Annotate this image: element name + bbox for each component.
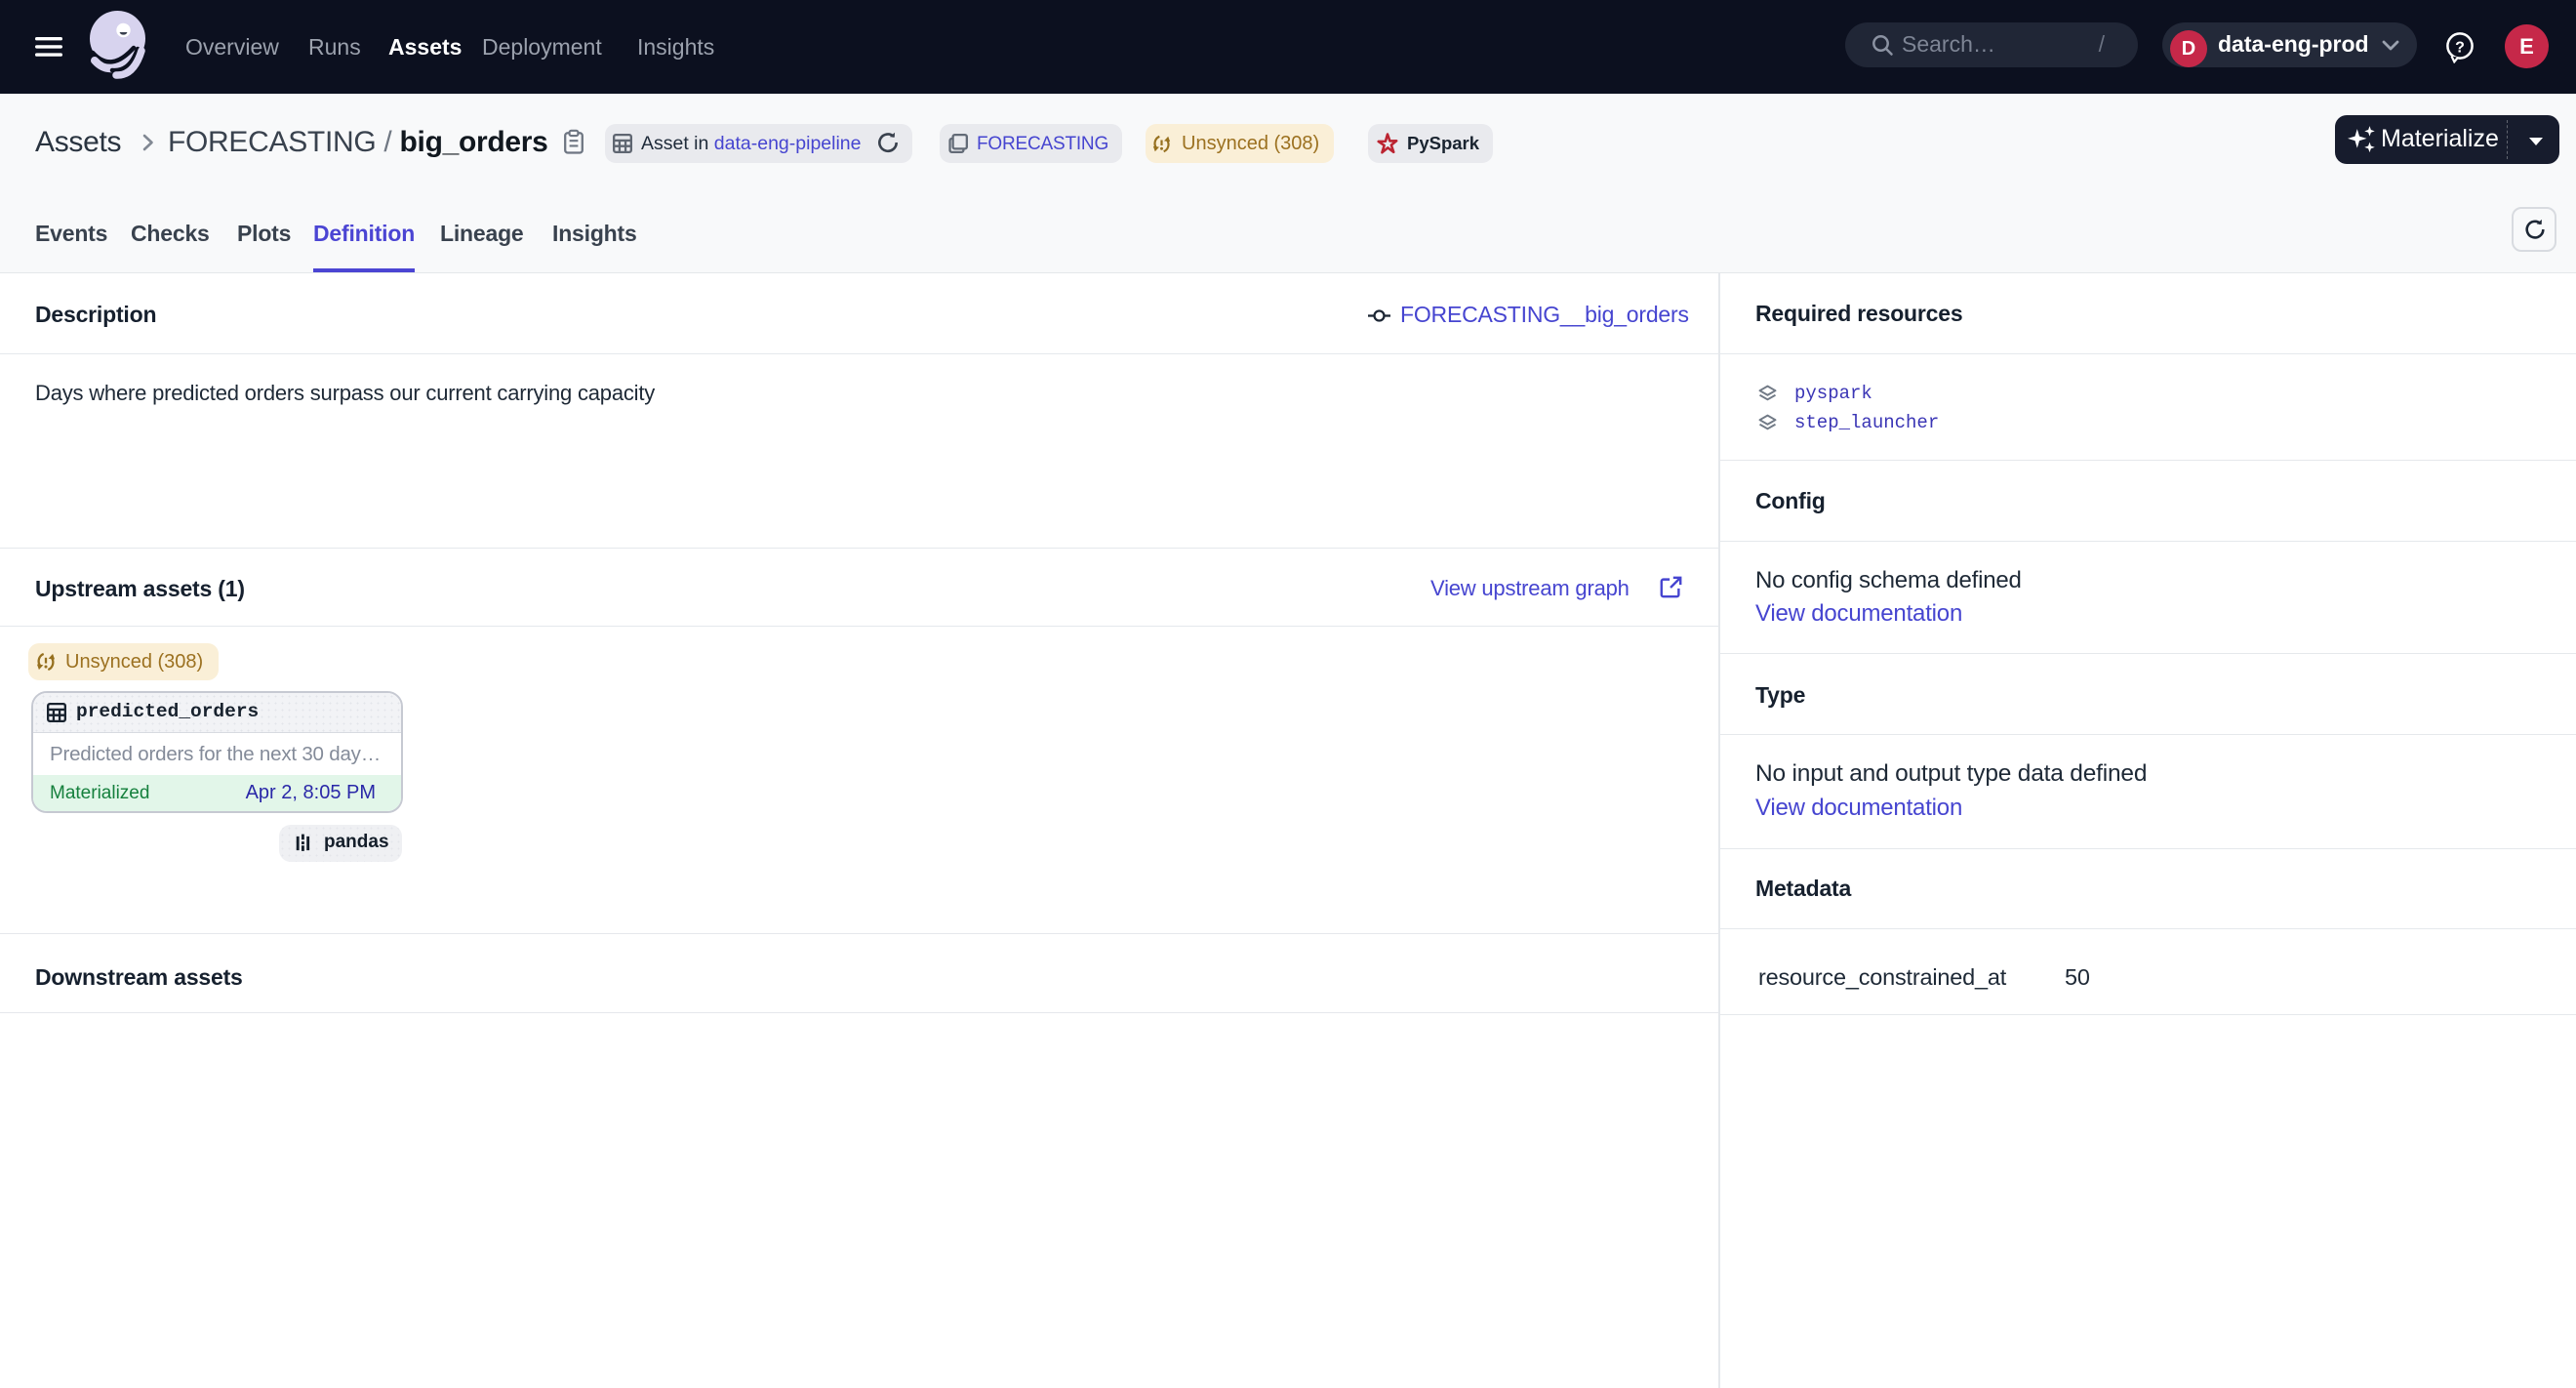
svg-text:?: ? bbox=[2455, 40, 2465, 57]
